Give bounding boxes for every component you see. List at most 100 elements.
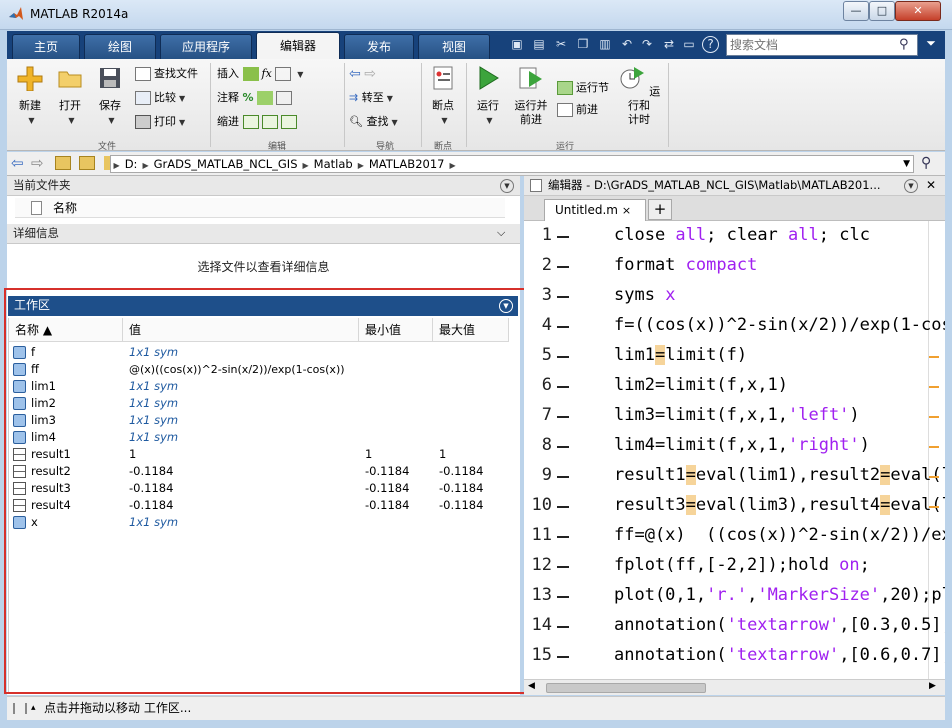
- workspace-header[interactable]: 工作区 ▼: [8, 296, 518, 316]
- minimize-button[interactable]: —: [843, 1, 869, 21]
- code-line[interactable]: close all; clear all; clc: [614, 225, 870, 245]
- code-area[interactable]: 1 close all; clear all; clc 2 format com…: [524, 221, 945, 681]
- copy-icon[interactable]: ❐: [574, 35, 592, 54]
- crumb-drive[interactable]: D:: [120, 156, 143, 173]
- code-line[interactable]: lim3=limit(f,x,1,'left'): [614, 405, 860, 425]
- maximize-button[interactable]: □: [869, 1, 895, 21]
- workspace-row-result3[interactable]: result3 -0.1184 -0.1184 -0.1184: [9, 480, 509, 497]
- run-section-button[interactable]: 运行节: [557, 79, 609, 97]
- filter-icon[interactable]: ⏷: [922, 36, 940, 54]
- breakpoint-dash[interactable]: [557, 476, 569, 478]
- col-value[interactable]: 值: [123, 318, 359, 342]
- find-files-button[interactable]: 查找文件: [135, 65, 198, 83]
- crumb-folder-3[interactable]: MATLAB2017: [364, 156, 450, 173]
- name-column-header[interactable]: 名称: [53, 198, 77, 218]
- tab-home[interactable]: 主页: [12, 34, 80, 59]
- workspace-row-result4[interactable]: result4 -0.1184 -0.1184 -0.1184: [9, 497, 509, 514]
- col-max[interactable]: 最大值: [433, 318, 509, 342]
- code-line[interactable]: result1=eval(lim1),result2=eval(lim2),: [614, 465, 945, 485]
- tab-view[interactable]: 视图: [418, 34, 490, 59]
- find-button[interactable]: 🔍︎ 查找 ▼: [349, 113, 398, 131]
- editor-menu-icon[interactable]: ▼: [904, 179, 918, 193]
- tab-editor[interactable]: 编辑器: [256, 32, 340, 59]
- forward-arrow-icon[interactable]: ⇨: [364, 66, 376, 82]
- grip-icon[interactable]: [13, 703, 27, 714]
- workspace-row-ff[interactable]: ff @(x)((cos(x))^2-sin(x/2))/exp(1-cos(x)…: [9, 361, 509, 378]
- search-documentation[interactable]: ⚲: [726, 34, 918, 56]
- breakpoint-dash[interactable]: [557, 566, 569, 568]
- breakpoint-dash[interactable]: [557, 416, 569, 418]
- new-button[interactable]: 新建 ▼: [13, 65, 47, 128]
- breakpoint-dash[interactable]: [557, 326, 569, 328]
- code-line[interactable]: result3=eval(lim3),result4=eval(lim4): [614, 495, 945, 515]
- col-min[interactable]: 最小值: [359, 318, 433, 342]
- editor-tab-untitled[interactable]: Untitled.m ×: [544, 199, 646, 221]
- fx-icon[interactable]: fx: [262, 67, 272, 80]
- search-icon[interactable]: ⚲: [899, 37, 909, 52]
- search-input[interactable]: [727, 35, 895, 55]
- editor-close-icon[interactable]: ✕: [926, 176, 936, 195]
- run-and-time-button[interactable]: 运行和 计时: [617, 65, 661, 127]
- layout-icon[interactable]: ▣: [508, 35, 526, 54]
- workspace-row-lim2[interactable]: lim2 1x1 sym: [9, 395, 509, 412]
- breakpoint-dash[interactable]: [557, 446, 569, 448]
- up-folder-icon[interactable]: [55, 156, 71, 170]
- breakpoints-button[interactable]: 断点 ▼: [425, 65, 461, 128]
- scroll-left-icon[interactable]: ◀: [528, 681, 535, 691]
- back-icon[interactable]: ⇦: [11, 154, 24, 172]
- code-line[interactable]: annotation('textarrow',[0.6,0.7],: [614, 645, 945, 665]
- workspace-row-f[interactable]: f 1x1 sym: [9, 344, 509, 361]
- indent-button[interactable]: 缩进: [217, 113, 300, 131]
- breakpoint-dash[interactable]: [557, 596, 569, 598]
- path-dropdown-icon[interactable]: ▼: [903, 156, 910, 173]
- current-folder-menu-icon[interactable]: ▼: [500, 179, 514, 193]
- close-button[interactable]: ✕: [895, 1, 941, 21]
- breakpoint-dash[interactable]: [557, 386, 569, 388]
- code-line[interactable]: syms x: [614, 285, 675, 305]
- warning-marker[interactable]: [929, 386, 939, 388]
- print-button[interactable]: 打印 ▼: [135, 113, 185, 131]
- switch-window-icon[interactable]: ⇄: [660, 35, 678, 54]
- comment-button[interactable]: 注释 %: [217, 89, 295, 107]
- save-icon[interactable]: ▤: [530, 35, 548, 54]
- open-button[interactable]: 打开 ▼: [53, 65, 87, 128]
- back-forward-button[interactable]: ⇦ ⇨: [349, 65, 376, 83]
- run-and-advance-button[interactable]: 运行并 前进: [510, 65, 552, 127]
- workspace-row-result1[interactable]: result1 1 1 1: [9, 446, 509, 463]
- cut-icon[interactable]: ✂: [552, 35, 570, 54]
- advance-button[interactable]: 前进: [557, 101, 598, 119]
- code-line[interactable]: lim4=limit(f,x,1,'right'): [614, 435, 870, 455]
- code-line[interactable]: lim2=limit(f,x,1): [614, 375, 788, 395]
- path-field[interactable]: ▶ D: ▶ GrADS_MATLAB_NCL_GIS ▶ Matlab ▶ MATLAB20…: [110, 155, 914, 173]
- col-name[interactable]: 名称 ▲: [9, 318, 123, 342]
- redo-icon[interactable]: ↷: [638, 35, 656, 54]
- workspace-row-lim4[interactable]: lim4 1x1 sym: [9, 429, 509, 446]
- breakpoint-dash[interactable]: [557, 626, 569, 628]
- breakpoint-dash[interactable]: [557, 656, 569, 658]
- code-line[interactable]: f=((cos(x))^2-sin(x/2))/exp(1-cos(x));: [614, 315, 945, 335]
- run-button[interactable]: 运行 ▼: [471, 65, 505, 128]
- workspace-row-lim1[interactable]: lim1 1x1 sym: [9, 378, 509, 395]
- breakpoint-dash[interactable]: [557, 536, 569, 538]
- back-arrow-icon[interactable]: ⇦: [349, 66, 361, 82]
- workspace-menu-icon[interactable]: ▼: [499, 299, 513, 313]
- goto-button[interactable]: ⇉ 转至 ▼: [349, 89, 393, 107]
- window-icon[interactable]: ▭: [680, 35, 698, 54]
- paste-icon[interactable]: ▥: [596, 35, 614, 54]
- workspace-row-lim3[interactable]: lim3 1x1 sym: [9, 412, 509, 429]
- breakpoint-dash[interactable]: [557, 506, 569, 508]
- workspace-row-result2[interactable]: result2 -0.1184 -0.1184 -0.1184: [9, 463, 509, 480]
- workspace-row-x[interactable]: x 1x1 sym: [9, 514, 509, 531]
- help-icon[interactable]: ?: [702, 36, 719, 53]
- code-line[interactable]: format compact: [614, 255, 757, 275]
- code-line[interactable]: plot(0,1,'r.','MarkerSize',20);plot: [614, 585, 945, 605]
- code-line[interactable]: fplot(ff,[-2,2]);hold on;: [614, 555, 870, 575]
- warning-marker[interactable]: [929, 506, 939, 508]
- breakpoint-dash[interactable]: [557, 296, 569, 298]
- crumb-folder-1[interactable]: GrADS_MATLAB_NCL_GIS: [149, 156, 303, 173]
- percent-icon[interactable]: %: [243, 91, 254, 104]
- new-tab-button[interactable]: +: [648, 199, 672, 220]
- code-line[interactable]: ff=@(x) ((cos(x))^2-sin(x/2))/exp(1-cos(…: [614, 525, 945, 545]
- compare-button[interactable]: 比较 ▼: [135, 89, 185, 107]
- tab-publish[interactable]: 发布: [344, 34, 414, 59]
